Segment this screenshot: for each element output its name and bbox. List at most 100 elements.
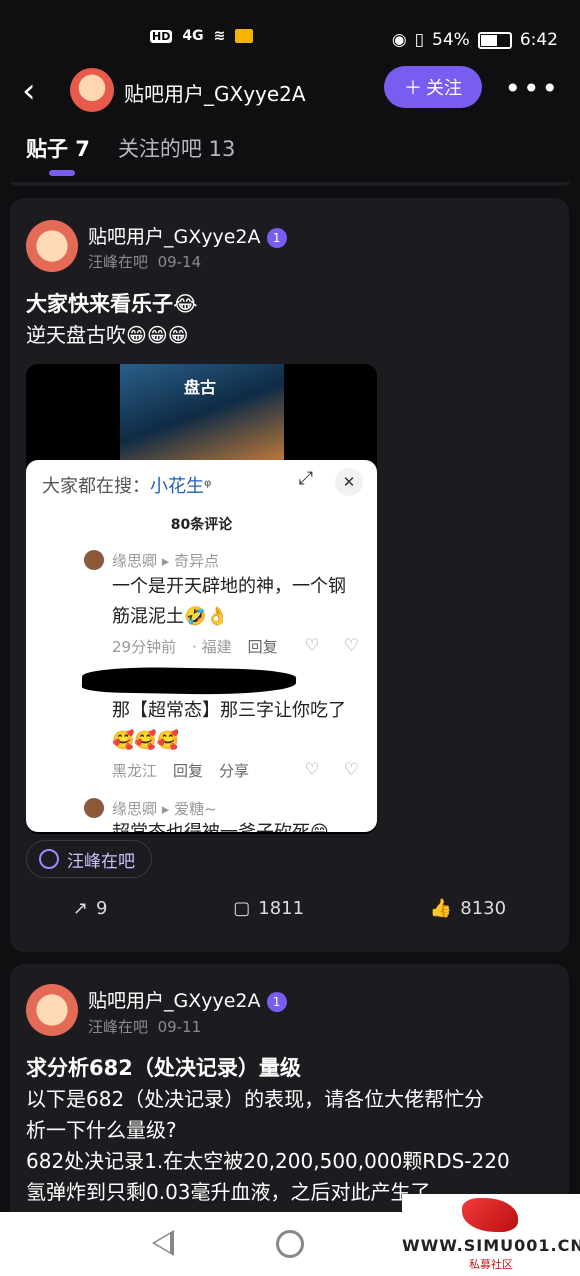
avatar[interactable] — [26, 220, 78, 272]
back-arrow-icon[interactable]: ‹ — [22, 74, 36, 108]
level-badge: 1 — [266, 991, 287, 1012]
eye-icon: ◉ — [391, 30, 407, 50]
more-icon[interactable]: ••• — [504, 72, 560, 105]
comment-location-text: 福建 — [201, 638, 232, 656]
post-card[interactable]: 贴吧用户_GXyye2A 1 汪峰在吧 09-14 大家快来看乐子😂 逆天盘古吹😁… — [10, 198, 569, 952]
post-title: 求分析682（处决记录）量级 — [26, 1056, 301, 1080]
search-icon: ᵠ — [204, 476, 212, 497]
clock: 6:42 — [519, 30, 558, 50]
level-badge: 1 — [266, 227, 287, 248]
comment-text: 超常态也得被一斧子砍死😁 — [112, 818, 329, 832]
comment-line: 🥰🥰🥰 — [112, 730, 180, 751]
post-body: 逆天盘古吹😁😁😁 — [26, 323, 189, 347]
avatar[interactable] — [70, 68, 114, 112]
close-icon[interactable]: ✕ — [335, 468, 363, 496]
follow-label: 关注 — [426, 78, 462, 99]
post-date: 09-14 — [157, 253, 202, 271]
body-line: 682处决记录1.在太空被20,200,500,000颗RDS-220 — [26, 1149, 510, 1173]
username-text: 贴吧用户_GXyye2A — [88, 226, 261, 248]
dislike-heart-icon[interactable]: ♡ — [344, 636, 359, 656]
body-line: 以下是682（处决记录）的表现，请各位大佬帮忙分 — [26, 1087, 485, 1111]
thumbs-up-icon: 👍 — [429, 898, 453, 919]
comment-user: 缘思卿 ▸ 奇异点 — [112, 552, 220, 570]
post-meta: 汪峰在吧 09-14 — [88, 251, 201, 272]
vibrate-icon: ▯ — [414, 30, 425, 50]
comment-icon: ▢ — [233, 898, 251, 919]
tab-bar: 贴子 7 关注的吧 13 — [26, 133, 235, 163]
reply-button[interactable]: 回复 — [248, 636, 278, 657]
avatar[interactable] — [26, 984, 78, 1036]
bar-tag-label: 汪峰在吧 — [67, 851, 135, 872]
follow-button[interactable]: ＋ 关注 — [384, 66, 482, 108]
watermark-logo — [462, 1198, 518, 1232]
post-date: 09-11 — [157, 1018, 202, 1036]
tab-indicator — [49, 170, 75, 176]
dislike-heart-icon[interactable]: ♡ — [344, 760, 359, 780]
battery-icon — [477, 31, 512, 49]
comment-total: 1811 — [258, 898, 305, 919]
previous-card-edge — [10, 182, 570, 186]
plus-icon: ＋ — [404, 78, 422, 99]
tab-followed-bars[interactable]: 关注的吧 13 — [118, 133, 235, 163]
body-line: 析一下什么量级? — [26, 1118, 177, 1142]
redacted-region — [81, 666, 297, 696]
search-term: 小花生 — [150, 476, 204, 497]
share-icon: ↗ — [72, 898, 88, 919]
status-bar: HD 4G ≋ ◉ ▯ 54% 6:42 — [0, 0, 580, 56]
commenter-name: 缘思卿 — [112, 552, 158, 570]
share-count: 9 — [95, 898, 108, 919]
signal-indicator: 4G — [182, 28, 204, 44]
nav-back-icon[interactable] — [152, 1230, 174, 1256]
commenter-name: 缘思卿 — [112, 800, 158, 818]
post-image[interactable]: 盘古 大家都在搜：小花生ᵠ ⤢ ✕ 80条评论 缘思卿 ▸ 奇异点 一个是开天辟… — [26, 364, 377, 834]
reply-button[interactable]: 回复 — [173, 760, 203, 781]
search-suggestion[interactable]: 大家都在搜：小花生ᵠ — [42, 472, 211, 498]
comment-count: 80条评论 — [170, 517, 233, 533]
bar-name: 汪峰在吧 — [88, 253, 149, 271]
comment-time: 29分钟前 — [112, 638, 177, 656]
post-username[interactable]: 贴吧用户_GXyye2A 1 — [88, 986, 287, 1013]
nav-home-icon[interactable] — [276, 1230, 304, 1258]
search-label: 大家都在搜： — [42, 476, 150, 497]
art-caption: 盘古 — [184, 378, 217, 397]
expand-icon[interactable]: ⤢ — [299, 468, 313, 496]
username-text: 贴吧用户_GXyye2A — [88, 990, 261, 1012]
post-username[interactable]: 贴吧用户_GXyye2A 1 — [88, 222, 287, 249]
like-heart-icon[interactable]: ♡ — [305, 760, 320, 780]
like-action[interactable]: 👍 8130 — [430, 898, 506, 919]
comment-meta: 29分钟前 · 福建 回复 — [112, 636, 278, 657]
comment-line: 那【超常态】那三字让你吃了 — [112, 700, 346, 721]
comment-action[interactable]: ▢ 1811 — [233, 898, 304, 919]
reply-target: 奇异点 — [174, 552, 220, 570]
bar-tag-button[interactable]: 汪峰在吧 — [26, 840, 152, 878]
watermark-subtext: 私募社区 — [469, 1258, 513, 1271]
watermark: WWW.SIMU001.CN 私募社区 — [402, 1194, 580, 1276]
reply-target: 爱糖~ — [174, 800, 217, 818]
bar-icon — [39, 849, 59, 869]
comment-line: 一个是开天辟地的神，一个钢 — [112, 576, 346, 597]
comment-line: 超常态也得被一斧子砍死😁 — [112, 818, 329, 832]
tab-posts[interactable]: 贴子 7 — [26, 133, 90, 163]
share-button[interactable]: 分享 — [219, 760, 249, 781]
comment-line: 筋混泥土🤣👌 — [112, 606, 229, 627]
comment-user: 缘思卿 ▸ 爱糖~ — [112, 800, 217, 818]
post-meta: 汪峰在吧 09-11 — [88, 1016, 201, 1037]
avatar — [84, 798, 104, 818]
header-username: 贴吧用户_GXyye2A — [124, 82, 306, 106]
wifi-icon: ≋ — [213, 28, 226, 44]
message-icon — [235, 29, 254, 43]
comment-popup: 大家都在搜：小花生ᵠ ⤢ ✕ 80条评论 缘思卿 ▸ 奇异点 一个是开天辟地的神… — [26, 460, 377, 832]
like-heart-icon[interactable]: ♡ — [305, 636, 320, 656]
hd-badge: HD — [150, 29, 173, 43]
like-count: 8130 — [460, 898, 507, 919]
bar-name: 汪峰在吧 — [88, 1018, 149, 1036]
watermark-text: WWW.SIMU001.CN — [402, 1236, 580, 1255]
post-card[interactable]: 贴吧用户_GXyye2A 1 汪峰在吧 09-11 求分析682（处决记录）量级 … — [10, 964, 569, 1224]
comment-location: · 福建 — [192, 638, 232, 656]
post-actions: ↗ 9 ▢ 1811 👍 8130 — [10, 898, 569, 919]
post-title: 大家快来看乐子😂 — [26, 292, 198, 316]
battery-percent: 54% — [432, 30, 470, 50]
comment-location: 黑龙江 — [112, 762, 158, 780]
post-body: 以下是682（处决记录）的表现，请各位大佬帮忙分 析一下什么量级? 682处决记… — [26, 1084, 510, 1208]
share-action[interactable]: ↗ 9 — [73, 898, 108, 919]
